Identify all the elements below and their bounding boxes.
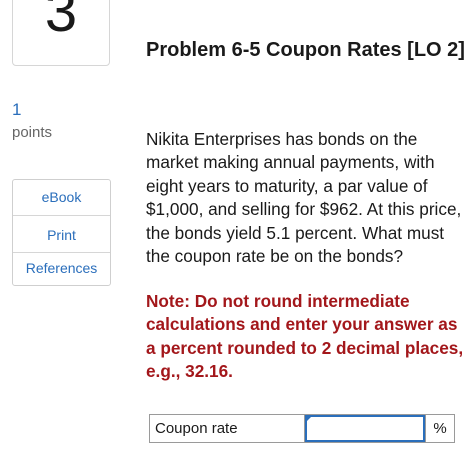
coupon-rate-input[interactable] (305, 415, 425, 442)
answer-row: Coupon rate % (149, 414, 455, 443)
points-value: 1 (12, 100, 22, 119)
problem-body: Nikita Enterprises has bonds on the mark… (146, 129, 462, 267)
resource-divider (13, 215, 110, 216)
question-number: 3 (44, 0, 78, 44)
question-number-box: 3 (12, 0, 110, 66)
input-marker-icon (305, 415, 313, 423)
print-link[interactable]: Print (13, 227, 110, 243)
percent-unit: % (425, 415, 454, 442)
problem-title: Problem 6-5 Coupon Rates [LO 2] (146, 39, 465, 61)
references-link[interactable]: References (13, 260, 110, 276)
ebook-link[interactable]: eBook (13, 189, 110, 205)
resource-divider (13, 252, 110, 253)
answer-label: Coupon rate (150, 415, 305, 442)
problem-note: Note: Do not round intermediate calculat… (146, 291, 464, 382)
resource-panel: eBook Print References (12, 179, 111, 286)
points-label: points (12, 124, 53, 141)
